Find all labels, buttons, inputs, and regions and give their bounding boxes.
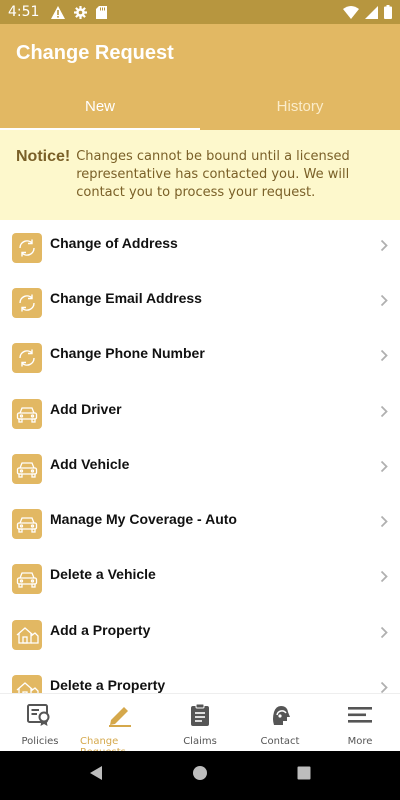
item-label: Add Driver [50,400,122,417]
page-title: Change Request [16,42,174,64]
chevron-right-icon [380,239,388,257]
list-item-add-driver[interactable]: Add Driver [0,386,400,441]
clipboard-icon [189,703,211,732]
list-item-change-phone[interactable]: Change Phone Number [0,331,400,386]
policy-icon [27,703,53,732]
signal-icon [365,5,378,19]
house-icon [12,619,42,650]
item-label: Change Phone Number [50,345,205,362]
headset-icon [268,703,292,732]
list-item-change-email[interactable]: Change Email Address [0,275,400,330]
system-nav-bar [0,751,400,800]
menu-icon [347,703,373,732]
refresh-icon [12,232,42,263]
item-label: Change Email Address [50,289,202,306]
house-icon [12,675,42,693]
app-bar: Change Request New History [0,24,400,130]
nav-contact[interactable]: Contact [240,694,320,751]
list-item-manage-coverage-auto[interactable]: Manage My Coverage - Auto [0,496,400,551]
warning-icon [51,5,66,19]
chevron-right-icon [380,570,388,588]
car-icon [12,398,42,429]
status-time: 4:51 [8,4,40,20]
chevron-right-icon [380,460,388,478]
wifi-icon [343,5,359,19]
notice-banner: Notice! Changes cannot be bound until a … [0,130,400,220]
nav-label: More [347,736,373,747]
recents-icon[interactable] [296,765,312,786]
nav-claims[interactable]: Claims [160,694,240,751]
tab-new[interactable]: New [0,82,200,130]
car-icon [12,509,42,540]
status-right-icons [343,5,392,19]
nav-label: Claims [183,736,217,747]
nav-label: Contact [260,736,300,747]
nav-label: Policies [21,736,59,747]
item-label: Manage My Coverage - Auto [50,511,237,528]
list-item-change-of-address[interactable]: Change of Address [0,220,400,275]
item-label: Change of Address [50,234,178,251]
tab-history[interactable]: History [200,82,400,130]
sd-card-icon [96,5,108,19]
list-item-add-vehicle[interactable]: Add Vehicle [0,441,400,496]
list-item-delete-property[interactable]: Delete a Property [0,662,400,693]
list-item-add-property[interactable]: Add a Property [0,607,400,662]
refresh-icon [12,287,42,318]
car-icon [12,453,42,484]
tab-bar: New History [0,82,400,130]
chevron-right-icon [380,405,388,423]
pencil-icon [107,703,133,732]
item-label: Delete a Vehicle [50,566,156,583]
item-label: Add Vehicle [50,455,130,472]
nav-more[interactable]: More [320,694,400,751]
item-label: Add a Property [50,621,151,638]
notice-title: Notice! [16,148,71,165]
chevron-right-icon [380,349,388,367]
status-bar: 4:51 [0,0,400,24]
item-label: Delete a Property [50,677,166,693]
change-request-list: Change of Address Change Email Address C… [0,220,400,693]
status-left-icons [51,5,108,19]
nav-change-requests[interactable]: Change Requests [80,694,160,758]
home-icon[interactable] [192,765,208,786]
refresh-icon [12,343,42,374]
chevron-right-icon [380,294,388,312]
back-icon[interactable] [88,765,104,786]
chevron-right-icon [380,626,388,644]
chevron-right-icon [380,515,388,533]
notice-text: Changes cannot be bound until a licensed… [76,149,350,200]
chevron-right-icon [380,681,388,693]
battery-icon [384,5,392,19]
list-item-delete-vehicle[interactable]: Delete a Vehicle [0,552,400,607]
gear-icon [74,5,88,19]
bottom-nav: Policies Change Requests Claims Contact … [0,693,400,758]
nav-policies[interactable]: Policies [0,694,80,751]
car-icon [12,564,42,595]
